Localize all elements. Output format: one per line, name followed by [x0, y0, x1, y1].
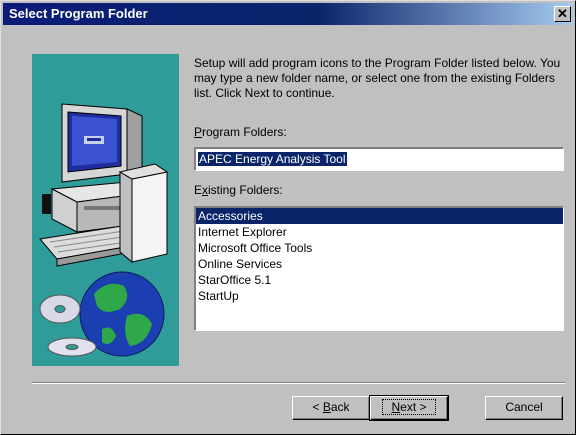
list-item[interactable]: Online Services	[196, 256, 563, 272]
instructions-text: Setup will add program icons to the Prog…	[194, 56, 561, 100]
list-item[interactable]: StarOffice 5.1	[196, 272, 563, 288]
computer-illustration-icon	[39, 103, 169, 357]
close-icon: ✕	[557, 6, 568, 21]
existing-folders-label: Existing Folders:	[194, 183, 283, 197]
program-folder-input[interactable]: APEC Energy Analysis Tool	[194, 147, 564, 171]
divider	[32, 382, 565, 384]
cancel-button[interactable]: Cancel	[485, 396, 563, 420]
list-item[interactable]: Accessories	[196, 208, 563, 224]
setup-illustration	[32, 54, 179, 366]
list-item[interactable]: Internet Explorer	[196, 224, 563, 240]
dialog-title: Select Program Folder	[9, 6, 148, 21]
list-item[interactable]: Microsoft Office Tools	[196, 240, 563, 256]
setup-dialog: Select Program Folder ✕ Setup will add p…	[0, 0, 576, 435]
title-bar[interactable]: Select Program Folder ✕	[3, 3, 573, 25]
list-item[interactable]: StartUp	[196, 288, 563, 304]
program-folders-label: Program Folders:	[194, 125, 287, 139]
back-button[interactable]: < Back	[292, 396, 370, 420]
program-folder-value: APEC Energy Analysis Tool	[198, 152, 347, 166]
next-button[interactable]: Next >	[369, 395, 449, 421]
close-button[interactable]: ✕	[554, 6, 571, 22]
existing-folders-list[interactable]: Accessories Internet Explorer Microsoft …	[194, 206, 564, 331]
